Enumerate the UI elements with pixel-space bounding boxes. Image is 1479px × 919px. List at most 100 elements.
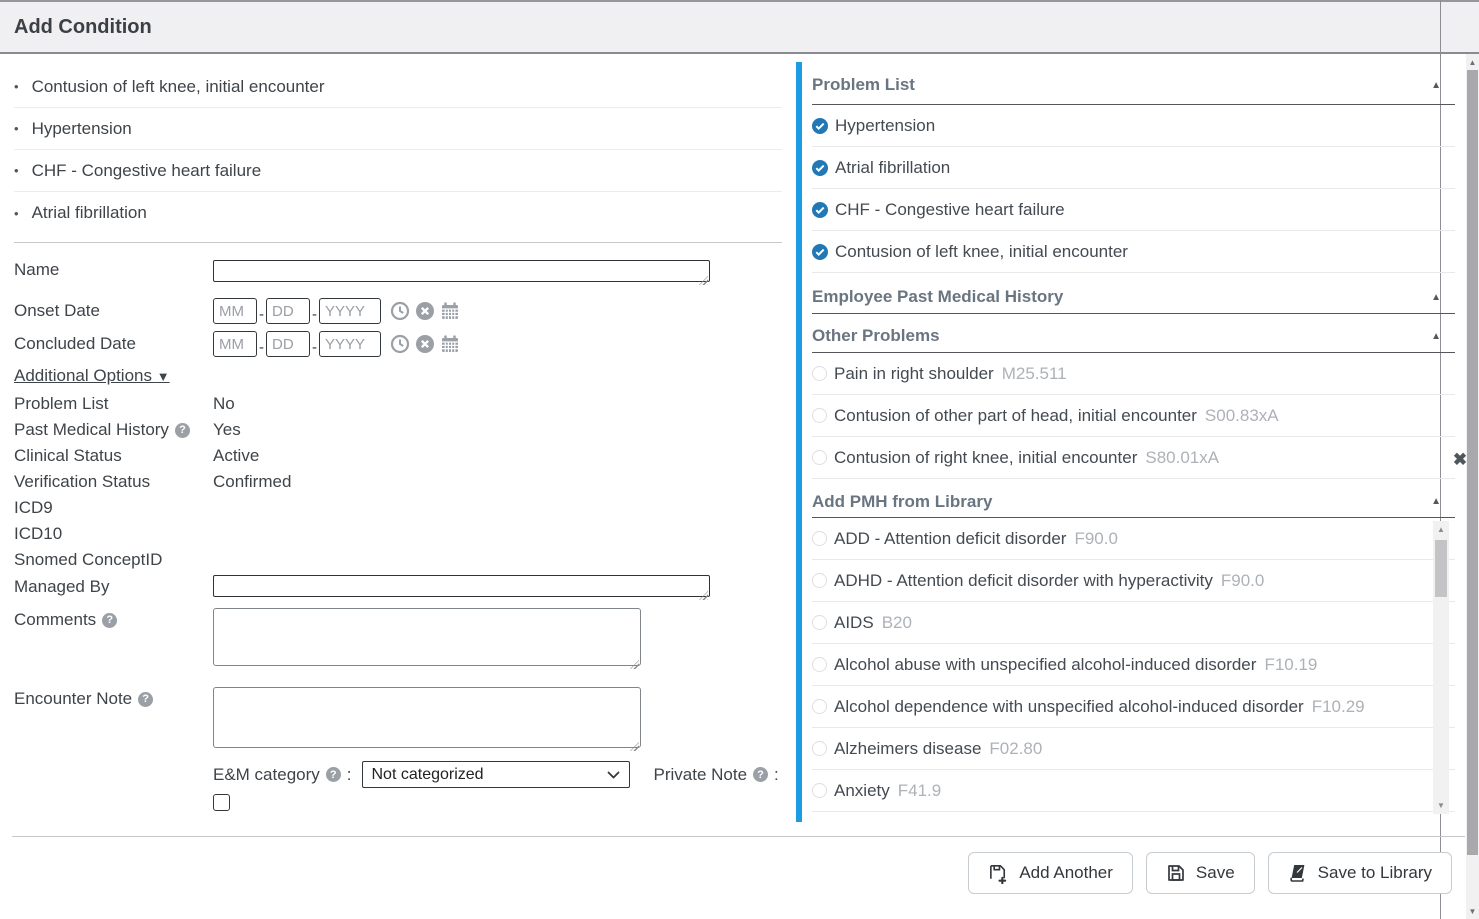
- detail-row: Problem List No: [14, 391, 796, 417]
- concluded-month-input[interactable]: [213, 331, 257, 357]
- add-another-button[interactable]: Add Another: [968, 852, 1133, 894]
- condition-name: Anxiety: [834, 781, 890, 801]
- help-icon[interactable]: ?: [175, 423, 190, 438]
- radio-icon: [812, 366, 827, 381]
- onset-day-input[interactable]: [266, 298, 310, 324]
- clock-icon[interactable]: [390, 334, 410, 354]
- list-item: • Atrial fibrillation: [14, 192, 782, 234]
- dialog-header: Add Condition: [0, 0, 1479, 54]
- library-item[interactable]: Alcohol abuse with unspecified alcohol-i…: [812, 644, 1455, 686]
- help-icon[interactable]: ?: [102, 613, 117, 628]
- problem-list-item[interactable]: CHF - Congestive heart failure: [812, 189, 1455, 231]
- footer-buttons: Add Another Save Save to Library: [968, 852, 1452, 894]
- scrollbar-thumb[interactable]: [1435, 540, 1447, 597]
- onset-date-row: Onset Date - -: [14, 298, 796, 324]
- collapse-icon[interactable]: ▲: [1431, 292, 1441, 303]
- comments-label: Comments: [14, 610, 96, 630]
- problem-list-item[interactable]: Hypertension: [812, 105, 1455, 147]
- additional-options-link[interactable]: Additional Options ▼: [14, 366, 170, 386]
- other-problem-item[interactable]: Contusion of right knee, initial encount…: [812, 437, 1455, 479]
- dialog-title: Add Condition: [14, 16, 152, 39]
- condition-name: Alcohol dependence with unspecified alco…: [834, 697, 1304, 717]
- icd-code: F90.0: [1074, 529, 1117, 549]
- other-problems-section-title: Other Problems: [812, 326, 940, 346]
- employee-pmh-section-header[interactable]: Employee Past Medical History ▲: [812, 281, 1455, 314]
- library-item[interactable]: ADHD - Attention deficit disorder with h…: [812, 560, 1455, 602]
- pmh-library-list: ADD - Attention deficit disorder F90.0 A…: [812, 518, 1455, 818]
- list-item: • Hypertension: [14, 108, 782, 150]
- calendar-icon[interactable]: [440, 301, 460, 321]
- detail-row: Verification Status Confirmed: [14, 469, 796, 495]
- radio-icon: [812, 657, 827, 672]
- other-problem-item[interactable]: Contusion of other part of head, initial…: [812, 395, 1455, 437]
- page-scrollbar[interactable]: ▲ ▼: [1466, 54, 1479, 919]
- onset-year-input[interactable]: [319, 298, 381, 324]
- problem-name: Atrial fibrillation: [835, 158, 950, 178]
- comments-row: Comments ?: [14, 608, 796, 671]
- managed-by-row: Managed By: [14, 575, 796, 602]
- list-item: • CHF - Congestive heart failure: [14, 150, 782, 192]
- condition-name: ADD - Attention deficit disorder: [834, 529, 1066, 549]
- private-note-checkbox[interactable]: [213, 794, 230, 811]
- problem-name: Contusion of right knee, initial encount…: [834, 448, 1137, 468]
- condition-name: ADHD - Attention deficit disorder with h…: [834, 571, 1213, 591]
- calendar-icon[interactable]: [440, 334, 460, 354]
- library-item[interactable]: Alzheimers disease F02.80: [812, 728, 1455, 770]
- concluded-year-input[interactable]: [319, 331, 381, 357]
- date-separator: -: [312, 339, 317, 356]
- concluded-date-label: Concluded Date: [14, 334, 213, 354]
- problem-list-section-header[interactable]: Problem List ▲: [812, 66, 1455, 105]
- pmh-library-section-header[interactable]: Add PMH from Library ▲: [812, 486, 1455, 518]
- managed-by-input[interactable]: [213, 575, 710, 597]
- save-label: Save: [1196, 863, 1235, 883]
- check-circle-icon: [812, 244, 828, 260]
- clear-date-icon[interactable]: [415, 334, 435, 354]
- date-separator: -: [259, 306, 264, 323]
- comments-input[interactable]: [213, 608, 641, 666]
- problem-list-item[interactable]: Contusion of left knee, initial encounte…: [812, 231, 1455, 273]
- collapse-icon[interactable]: ▲: [1431, 331, 1441, 342]
- radio-icon: [812, 783, 827, 798]
- condition-name: Hypertension: [32, 119, 132, 139]
- resize-handle-icon: [213, 260, 710, 287]
- help-icon[interactable]: ?: [753, 767, 768, 782]
- concluded-date-row: Concluded Date - -: [14, 331, 796, 357]
- detail-row: Snomed ConceptID: [14, 547, 796, 573]
- name-input[interactable]: [213, 260, 710, 282]
- scroll-up-icon[interactable]: ▲: [1466, 58, 1479, 67]
- date-separator: -: [312, 306, 317, 323]
- bullet-icon: •: [14, 80, 19, 93]
- collapse-icon[interactable]: ▲: [1431, 80, 1441, 91]
- encounter-note-input[interactable]: [213, 687, 641, 748]
- onset-month-input[interactable]: [213, 298, 257, 324]
- problem-name: Contusion of left knee, initial encounte…: [835, 242, 1128, 262]
- concluded-day-input[interactable]: [266, 331, 310, 357]
- verification-status-label: Verification Status: [14, 472, 213, 492]
- help-icon[interactable]: ?: [326, 767, 341, 782]
- library-item[interactable]: ADD - Attention deficit disorder F90.0: [812, 518, 1455, 560]
- library-scrollbar[interactable]: ▲ ▼: [1433, 521, 1449, 814]
- condition-name: Alcohol abuse with unspecified alcohol-i…: [834, 655, 1256, 675]
- additional-options-label: Additional Options: [14, 366, 152, 385]
- save-button[interactable]: Save: [1146, 852, 1255, 894]
- library-item[interactable]: Anxiety F41.9: [812, 770, 1455, 812]
- library-item[interactable]: AIDS B20: [812, 602, 1455, 644]
- library-item[interactable]: Alcohol dependence with unspecified alco…: [812, 686, 1455, 728]
- other-problems-section-header[interactable]: Other Problems ▲: [812, 320, 1455, 353]
- help-icon[interactable]: ?: [138, 692, 153, 707]
- collapse-icon[interactable]: ▲: [1431, 496, 1441, 507]
- scroll-down-icon[interactable]: ▼: [1466, 907, 1479, 916]
- condition-name: CHF - Congestive heart failure: [32, 161, 262, 181]
- problem-list-item[interactable]: Atrial fibrillation: [812, 147, 1455, 189]
- em-category-select[interactable]: Not categorized: [362, 761, 630, 788]
- clear-date-icon[interactable]: [415, 301, 435, 321]
- scroll-down-icon[interactable]: ▼: [1433, 801, 1449, 810]
- snomed-conceptid-label: Snomed ConceptID: [14, 550, 213, 570]
- other-problem-item[interactable]: Pain in right shoulder M25.511: [812, 353, 1455, 395]
- radio-icon: [812, 408, 827, 423]
- save-to-library-button[interactable]: Save to Library: [1268, 852, 1452, 894]
- scrollbar-thumb[interactable]: [1467, 70, 1478, 855]
- managed-by-label: Managed By: [14, 575, 213, 597]
- scroll-up-icon[interactable]: ▲: [1433, 525, 1449, 534]
- clock-icon[interactable]: [390, 301, 410, 321]
